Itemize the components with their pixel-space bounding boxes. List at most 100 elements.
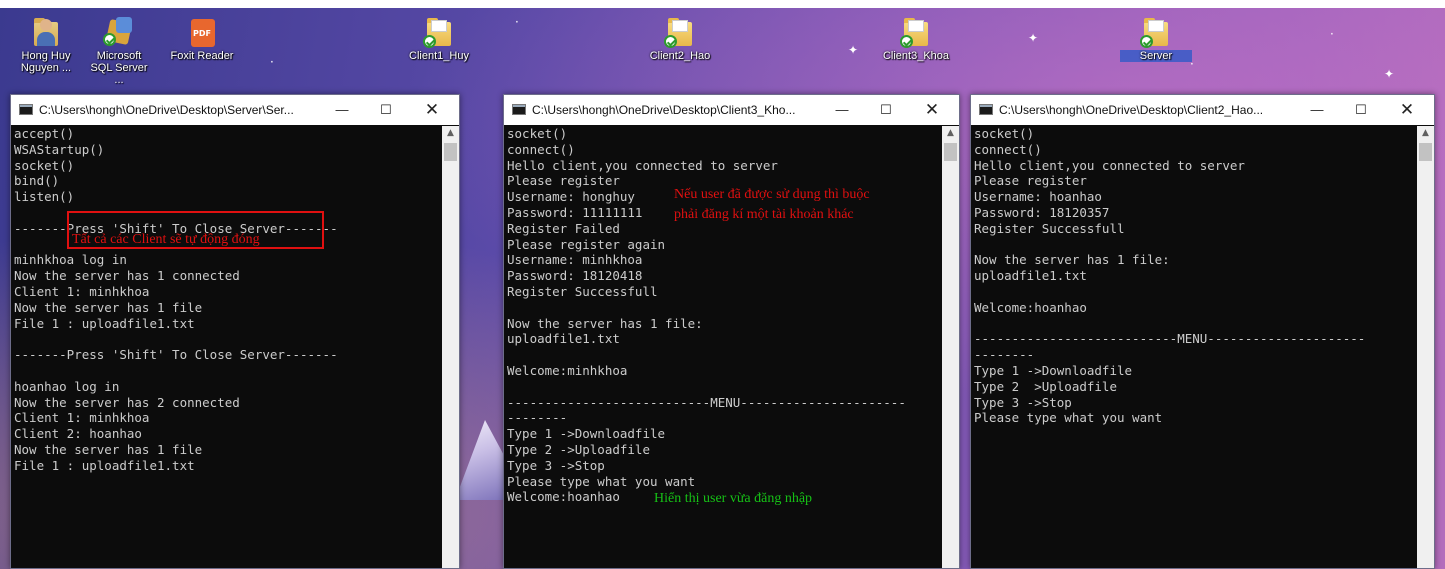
desktop-icon-label: Client3_Khoa xyxy=(882,50,950,62)
sparkle-icon: ✦ xyxy=(1384,67,1395,81)
scrollbar-thumb[interactable] xyxy=(444,143,457,161)
close-button[interactable]: ✕ xyxy=(1384,95,1430,125)
vertical-scrollbar[interactable]: ▲ xyxy=(942,126,959,568)
console-line: WSAStartup() xyxy=(14,141,105,157)
console-line: socket() xyxy=(14,157,75,173)
vertical-scrollbar[interactable]: ▲ xyxy=(442,126,459,568)
server-console-window[interactable]: C:\Users\hongh\OneDrive\Desktop\Server\S… xyxy=(10,94,460,569)
desktop-icon-server[interactable]: Server xyxy=(1120,15,1192,62)
console-line: Type 3 ->Stop xyxy=(974,394,1072,410)
console-line: ---------------------------MENU---------… xyxy=(507,394,906,410)
console-app-icon xyxy=(979,104,993,115)
console-line: Password: 18120357 xyxy=(974,204,1110,220)
console-line: Type 1 ->Downloadfile xyxy=(507,426,666,442)
exe-folder-icon xyxy=(1139,15,1173,49)
console-line: listen() xyxy=(14,189,75,205)
scrollbar-thumb[interactable] xyxy=(1419,143,1432,161)
console-line: ---------------------------MENU---------… xyxy=(974,331,1366,347)
login-user-note: Hiển thị user vừa đăng nhập xyxy=(654,491,813,506)
desktop-icon-client3[interactable]: Client3_Khoa xyxy=(880,15,952,62)
console-line: Welcome:minhkhoa xyxy=(507,362,628,378)
server-close-note: Tất cả các Client sẽ tự động đóng xyxy=(72,232,260,247)
sparkle-icon: · xyxy=(515,15,519,29)
console-line: minhkhoa log in xyxy=(14,252,127,268)
minimize-button[interactable]: — xyxy=(319,95,365,125)
console-line: Hello client,you connected to server xyxy=(507,157,778,173)
desktop-icon-sql-server[interactable]: Microsoft SQL Server ... xyxy=(83,15,155,86)
console-line: Password: 18120418 xyxy=(507,268,643,284)
scroll-up-icon[interactable]: ▲ xyxy=(442,128,459,138)
sparkle-icon: ✦ xyxy=(848,43,859,57)
console-line: connect() xyxy=(507,141,575,157)
console-line: Client 1: minhkhoa xyxy=(14,283,150,299)
console-line: Now the server has 2 connected xyxy=(14,394,240,410)
minimize-button[interactable]: — xyxy=(1294,95,1340,125)
exe-folder-icon xyxy=(899,15,933,49)
vertical-scrollbar[interactable]: ▲ xyxy=(1417,126,1434,568)
desktop-icon-label: Hong Huy Nguyen ... xyxy=(20,50,72,74)
minimize-button[interactable]: — xyxy=(819,95,865,125)
sparkle-icon: · xyxy=(1330,27,1334,41)
console-line: Now the server has 1 file xyxy=(14,441,203,457)
console-line: Username: minhkhoa xyxy=(507,252,643,268)
console-line: uploadfile1.txt xyxy=(507,331,620,347)
console-line: Please type what you want xyxy=(507,473,696,489)
console-line: Client 2: hoanhao xyxy=(14,426,142,442)
console-line: bind() xyxy=(14,173,60,189)
console-line: Type 1 ->Downloadfile xyxy=(974,362,1133,378)
close-button[interactable]: ✕ xyxy=(909,95,955,125)
console-line: Please register xyxy=(974,173,1087,189)
console-line: File 1 : uploadfile1.txt xyxy=(14,457,195,473)
console-line: uploadfile1.txt xyxy=(974,268,1087,284)
desktop-icon-label: Server xyxy=(1120,50,1192,62)
foxit-reader-icon xyxy=(185,15,219,49)
scroll-up-icon[interactable]: ▲ xyxy=(1417,128,1434,138)
console-line: Register Failed xyxy=(507,220,620,236)
console-line: Hello client,you connected to server xyxy=(974,157,1245,173)
desktop-icon-foxit-reader[interactable]: Foxit Reader xyxy=(166,15,238,62)
window-titlebar[interactable]: C:\Users\hongh\OneDrive\Desktop\Server\S… xyxy=(11,95,459,125)
console-line: Please type what you want xyxy=(974,410,1163,426)
console-line: Type 3 ->Stop xyxy=(507,457,605,473)
console-line: Username: hoanhao xyxy=(974,189,1102,205)
desktop-icon-user-folder[interactable]: Hong Huy Nguyen ... xyxy=(10,15,82,74)
user-folder-icon xyxy=(29,15,63,49)
console-app-icon xyxy=(19,104,33,115)
console-line: Client 1: minhkhoa xyxy=(14,410,150,426)
desktop-icon-label: Client2_Hao xyxy=(649,50,711,62)
maximize-button[interactable]: ☐ xyxy=(863,95,909,125)
sparkle-icon: ✦ xyxy=(1028,31,1039,45)
console-line: -------Press 'Shift' To Close Server----… xyxy=(14,347,338,363)
console-line: File 1 : uploadfile1.txt xyxy=(14,315,195,331)
window-title: C:\Users\hongh\OneDrive\Desktop\Server\S… xyxy=(39,103,294,117)
console-line: Register Successfull xyxy=(974,220,1125,236)
console-output[interactable]: accept() WSAStartup() socket() bind() listen… xyxy=(13,126,441,568)
register-note-line-1: Nếu user đã được sử dụng thì buộc xyxy=(674,187,870,202)
console-line: Now the server has 1 connected xyxy=(14,268,240,284)
sparkle-icon: · xyxy=(270,55,274,69)
console-line: connect() xyxy=(974,141,1042,157)
window-titlebar[interactable]: C:\Users\hongh\OneDrive\Desktop\Client2_… xyxy=(971,95,1434,125)
desktop-icon-client2[interactable]: Client2_Hao xyxy=(644,15,716,62)
maximize-button[interactable]: ☐ xyxy=(1338,95,1384,125)
scrollbar-thumb[interactable] xyxy=(944,143,957,161)
maximize-button[interactable]: ☐ xyxy=(363,95,409,125)
desktop-icon-client1[interactable]: Client1_Huy xyxy=(403,15,475,62)
window-title: C:\Users\hongh\OneDrive\Desktop\Client2_… xyxy=(999,103,1264,117)
client2-console-window[interactable]: C:\Users\hongh\OneDrive\Desktop\Client2_… xyxy=(970,94,1435,569)
console-line: Welcome:hoanhao xyxy=(974,299,1087,315)
scroll-up-icon[interactable]: ▲ xyxy=(942,128,959,138)
console-output[interactable]: socket() connect() Hello client,you connec… xyxy=(973,126,1416,568)
desktop-icon-label: Client1_Huy xyxy=(409,50,469,62)
console-line: hoanhao log in xyxy=(14,378,120,394)
window-titlebar[interactable]: C:\Users\hongh\OneDrive\Desktop\Client3_… xyxy=(504,95,959,125)
close-button[interactable]: ✕ xyxy=(409,95,455,125)
console-line: Now the server has 1 file: xyxy=(507,315,703,331)
sql-server-icon xyxy=(102,15,136,49)
desktop-icon-label: Foxit Reader xyxy=(170,50,234,62)
